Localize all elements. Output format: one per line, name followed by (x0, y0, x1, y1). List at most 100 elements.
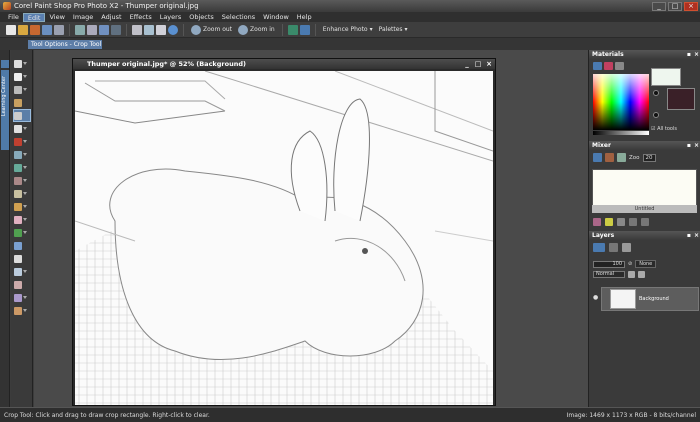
clone-tool[interactable] (14, 149, 30, 160)
paint-brush-tool[interactable] (14, 175, 30, 186)
background-swatch[interactable] (667, 88, 695, 110)
pin-icon[interactable] (1, 60, 9, 68)
foreground-swatch[interactable] (651, 68, 681, 86)
makeover-tool[interactable] (14, 162, 30, 173)
rainbow-tab-icon[interactable] (604, 62, 613, 70)
maximize-button[interactable]: □ (668, 1, 682, 11)
mixer-new-icon[interactable] (593, 218, 601, 226)
image-canvas[interactable] (75, 71, 493, 405)
duplicate-layer-icon[interactable] (609, 243, 618, 252)
chevron-down-icon (23, 88, 27, 91)
eye-icon[interactable]: ● (593, 294, 598, 301)
menu-effects[interactable]: Effects (126, 13, 156, 22)
mixer-zoom-input[interactable]: 20 (642, 153, 656, 162)
menu-window[interactable]: Window (259, 13, 293, 22)
airbrush-tool[interactable] (14, 188, 30, 199)
warp-tool[interactable] (14, 292, 30, 303)
copy-icon[interactable] (75, 24, 85, 35)
frame-tab-icon[interactable] (593, 62, 602, 70)
layer-row[interactable]: ● Background (593, 287, 699, 311)
close-icon[interactable]: × (694, 141, 699, 150)
new-layer-icon[interactable] (593, 243, 605, 252)
mixer-undo-icon[interactable] (629, 218, 637, 226)
swatches-tab-icon[interactable] (615, 62, 624, 70)
new-file-icon[interactable] (6, 24, 16, 35)
lighten-darken-tool[interactable] (14, 201, 30, 212)
eraser-tool[interactable] (14, 214, 30, 225)
doc-minimize-button[interactable]: _ (463, 60, 471, 68)
save-icon[interactable] (42, 24, 52, 35)
sketch-image (75, 71, 493, 405)
menu-selections[interactable]: Selections (218, 13, 259, 22)
all-tools-checkbox[interactable]: ☑ All tools (651, 126, 677, 132)
info-icon[interactable] (168, 24, 178, 35)
mask-dropdown[interactable]: None (635, 260, 657, 268)
mixer-redo-icon[interactable] (641, 218, 649, 226)
background-style-icon[interactable] (653, 112, 659, 118)
mixer-brush-icon[interactable] (593, 153, 602, 162)
redo-icon[interactable] (111, 24, 121, 35)
pin-icon[interactable]: ▪ (687, 231, 691, 240)
pan-tool[interactable] (14, 58, 30, 69)
mixer-pan-icon[interactable] (617, 153, 626, 162)
close-icon[interactable]: × (694, 50, 699, 59)
title-bar: Corel Paint Shop Pro Photo X2 - Thumper … (0, 0, 700, 12)
doc-maximize-button[interactable]: □ (474, 60, 482, 68)
print-icon[interactable] (54, 24, 64, 35)
tool-options-tab[interactable]: Tool Options - Crop Tool (28, 40, 102, 49)
menu-adjust[interactable]: Adjust (97, 13, 125, 22)
palette-knife-icon[interactable] (605, 153, 614, 162)
grayscale-strip[interactable] (593, 131, 649, 135)
move-tool[interactable] (14, 123, 30, 134)
menu-file[interactable]: File (4, 13, 23, 22)
selection-tool[interactable] (14, 84, 30, 95)
art-media-tool[interactable] (14, 305, 30, 316)
image-icon[interactable] (132, 24, 142, 35)
enhance-photo-button[interactable]: Enhance Photo ▾ (321, 26, 375, 33)
close-button[interactable]: × (684, 1, 698, 11)
toolbar-divider (281, 23, 283, 36)
red-eye-tool[interactable] (14, 136, 30, 147)
link-icon[interactable] (638, 271, 645, 278)
pick-tool[interactable] (14, 71, 30, 82)
undo-icon[interactable] (99, 24, 109, 35)
doc-icon[interactable] (156, 24, 166, 35)
menu-layers[interactable]: Layers (156, 13, 186, 22)
doc-close-button[interactable]: × (485, 60, 493, 68)
lock-icon[interactable] (628, 271, 635, 278)
mixer-open-icon[interactable] (605, 218, 613, 226)
menu-objects[interactable]: Objects (185, 13, 218, 22)
zoom-out-button[interactable]: Zoom out (189, 24, 234, 35)
pin-icon[interactable]: ▪ (687, 50, 691, 59)
photo-icon[interactable] (287, 24, 298, 35)
browse-icon[interactable] (30, 24, 40, 35)
chevron-down-icon (23, 153, 27, 156)
flood-fill-tool[interactable] (14, 240, 30, 251)
foreground-style-icon[interactable] (653, 90, 659, 96)
picture-tube-tool[interactable] (14, 227, 30, 238)
paste-icon[interactable] (87, 24, 97, 35)
menu-help[interactable]: Help (293, 13, 316, 22)
layers-icon[interactable] (144, 24, 154, 35)
zoom-in-button[interactable]: Zoom in (236, 24, 277, 35)
script-icon[interactable] (299, 24, 310, 35)
mixer-move-icon[interactable] (617, 218, 625, 226)
open-folder-icon[interactable] (18, 24, 28, 35)
pen-tool[interactable] (14, 279, 30, 290)
delete-layer-icon[interactable] (622, 243, 631, 252)
blend-mode-dropdown[interactable]: Normal (593, 271, 625, 278)
preset-shape-tool[interactable] (14, 266, 30, 277)
color-spectrum[interactable] (593, 74, 649, 130)
close-icon[interactable]: × (694, 231, 699, 240)
text-tool[interactable] (14, 253, 30, 264)
palettes-button[interactable]: Palettes ▾ (377, 26, 410, 33)
learning-center-tab[interactable]: Learning Center (1, 70, 9, 150)
menu-image[interactable]: Image (69, 13, 97, 22)
menu-edit[interactable]: Edit (22, 12, 46, 22)
opacity-input[interactable]: 100 (593, 260, 625, 268)
dropper-tool[interactable] (14, 97, 30, 108)
crop-tool[interactable] (13, 109, 31, 122)
menu-view[interactable]: View (45, 13, 68, 22)
minimize-button[interactable]: _ (652, 1, 666, 11)
pin-icon[interactable]: ▪ (687, 141, 691, 150)
